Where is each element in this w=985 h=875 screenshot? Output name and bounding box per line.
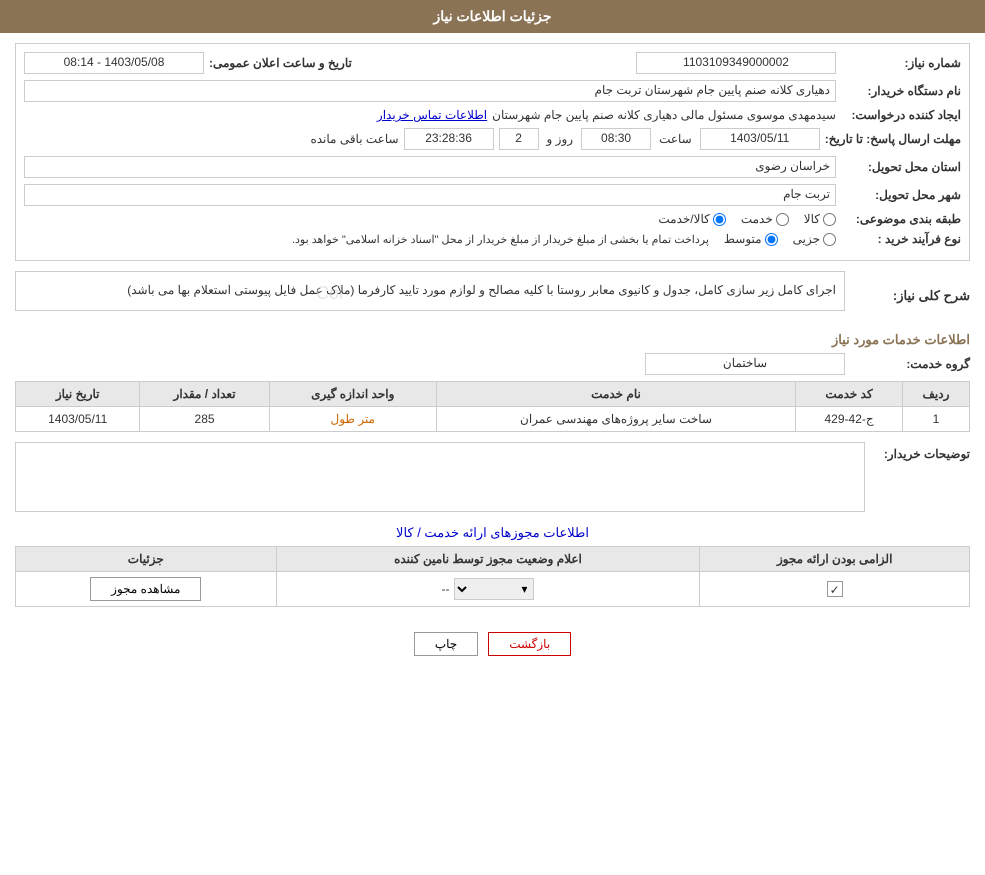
cell-name: ساخت سایر پروژه‌های مهندسی عمران	[436, 406, 796, 431]
buyer-org-row: نام دستگاه خریدار: دهیاری کلانه صنم پایی…	[24, 80, 961, 102]
city-label: شهر محل تحویل:	[841, 188, 961, 202]
cell-date: 1403/05/11	[16, 406, 140, 431]
buyer-notes-section: توضیحات خریدار:	[15, 442, 970, 515]
print-button[interactable]: چاپ	[414, 632, 478, 656]
cell-qty: 285	[140, 406, 269, 431]
services-title: اطلاعات خدمات مورد نیاز	[15, 327, 970, 353]
col-header-code: کد خدمت	[796, 381, 903, 406]
main-content: شماره نیاز: 1103109349000002 تاریخ و ساع…	[0, 33, 985, 681]
services-table-section: ردیف کد خدمت نام خدمت واحد اندازه گیری ت…	[15, 381, 970, 432]
need-number-value: 1103109349000002	[636, 52, 836, 74]
province-value: خراسان رضوی	[24, 156, 836, 178]
col-header-date: تاریخ نیاز	[16, 381, 140, 406]
purchase-type-label: نوع فرآیند خرید :	[841, 232, 961, 246]
license-col-status: اعلام وضعیت مجوز توسط نامین کننده	[276, 546, 700, 571]
reply-date: 1403/05/11	[700, 128, 820, 150]
license-table-row: ✓ ▾ -- مشاهده مجوز	[16, 571, 970, 606]
bottom-buttons: بازگشت چاپ	[15, 617, 970, 671]
creator-label: ایجاد کننده درخواست:	[841, 108, 961, 122]
province-row: استان محل تحویل: خراسان رضوی	[24, 156, 961, 178]
category-khedmat-item[interactable]: خدمت	[741, 212, 789, 226]
cell-code: ج-42-429	[796, 406, 903, 431]
creator-link[interactable]: اطلاعات تماس خریدار	[377, 108, 487, 122]
license-col-required: الزامی بودن ارائه مجوز	[700, 546, 970, 571]
license-table-section: الزامی بودن ارائه مجوز اعلام وضعیت مجوز …	[15, 546, 970, 607]
reply-deadline-row: مهلت ارسال پاسخ: تا تاریخ: 1403/05/11 سا…	[24, 128, 961, 150]
license-status-value: --	[441, 582, 449, 596]
buyer-notes-label: توضیحات خریدار:	[870, 442, 970, 461]
page-header: جزئیات اطلاعات نیاز	[0, 0, 985, 33]
category-kala-label: کالا	[804, 212, 820, 226]
license-required-cell: ✓	[700, 571, 970, 606]
purchase-jozvi-item[interactable]: جزیی	[793, 232, 836, 246]
reply-deadline-label: مهلت ارسال پاسخ: تا تاریخ:	[825, 132, 961, 146]
buyer-notes-container	[15, 442, 865, 515]
purchase-note: پرداخت تمام یا بخشی از مبلغ خریدار از مب…	[292, 233, 709, 246]
category-kala-khedmat-label: کالا/خدمت	[658, 212, 709, 226]
license-status-select[interactable]: ▾	[454, 578, 534, 600]
license-checkbox: ✓	[827, 581, 843, 597]
date-value: 1403/05/08 - 08:14	[24, 52, 204, 74]
need-number-label: شماره نیاز:	[841, 56, 961, 70]
city-row: شهر محل تحویل: تربت جام	[24, 184, 961, 206]
license-status-cell: ▾ --	[276, 571, 700, 606]
col-watermark: Col	[316, 277, 343, 309]
top-info-section: شماره نیاز: 1103109349000002 تاریخ و ساع…	[15, 43, 970, 261]
reply-time: 08:30	[581, 128, 651, 150]
category-row: طبقه بندی موضوعی: کالا خدمت کالا/خدمت	[24, 212, 961, 226]
purchase-jozvi-radio[interactable]	[823, 233, 836, 246]
buyer-org-label: نام دستگاه خریدار:	[841, 84, 961, 98]
services-table: ردیف کد خدمت نام خدمت واحد اندازه گیری ت…	[15, 381, 970, 432]
creator-row: ایجاد کننده درخواست: سیدمهدی موسوی مسئول…	[24, 108, 961, 122]
purchase-type-row: نوع فرآیند خرید : جزیی متوسط پرداخت تمام…	[24, 232, 961, 246]
category-label: طبقه بندی موضوعی:	[841, 212, 961, 226]
page-title: جزئیات اطلاعات نیاز	[433, 8, 551, 24]
days-label: روز و	[547, 132, 574, 146]
buyer-notes-textarea[interactable]	[15, 442, 865, 512]
date-label: تاریخ و ساعت اعلان عمومی:	[209, 56, 352, 70]
license-table: الزامی بودن ارائه مجوز اعلام وضعیت مجوز …	[15, 546, 970, 607]
col-header-name: نام خدمت	[436, 381, 796, 406]
category-kala-radio[interactable]	[823, 213, 836, 226]
category-khedmat-radio[interactable]	[776, 213, 789, 226]
reply-remaining: 23:28:36	[404, 128, 494, 150]
purchase-motavasset-label: متوسط	[724, 232, 762, 246]
back-button[interactable]: بازگشت	[488, 632, 571, 656]
col-header-unit: واحد اندازه گیری	[269, 381, 436, 406]
remaining-label: ساعت باقی مانده	[310, 132, 398, 146]
page-wrapper: جزئیات اطلاعات نیاز شماره نیاز: 11031093…	[0, 0, 985, 875]
purchase-motavasset-item[interactable]: متوسط	[724, 232, 778, 246]
general-desc-label: شرح کلی نیاز:	[850, 288, 970, 304]
category-kala-khedmat-radio[interactable]	[713, 213, 726, 226]
service-group-label: گروه خدمت:	[850, 357, 970, 371]
general-desc-value: اجرای کامل زیر سازی کامل، جدول و کانیوی …	[127, 283, 836, 297]
license-col-details: جزئیات	[16, 546, 277, 571]
general-desc-section: شرح کلی نیاز: اجرای کامل زیر سازی کامل، …	[15, 271, 970, 321]
buyer-org-value: دهیاری کلانه صنم پایین جام شهرستان تربت …	[24, 80, 836, 102]
col-header-row: ردیف	[902, 381, 969, 406]
reply-days: 2	[499, 128, 539, 150]
view-license-button[interactable]: مشاهده مجوز	[90, 577, 201, 601]
purchase-type-radio-group: جزیی متوسط پرداخت تمام یا بخشی از مبلغ خ…	[292, 232, 836, 246]
time-label: ساعت	[659, 132, 692, 146]
table-row: 1 ج-42-429 ساخت سایر پروژه‌های مهندسی عم…	[16, 406, 970, 431]
category-kala-khedmat-item[interactable]: کالا/خدمت	[658, 212, 725, 226]
col-header-qty: تعداد / مقدار	[140, 381, 269, 406]
cell-unit: متر طول	[269, 406, 436, 431]
creator-name: سیدمهدی موسوی مسئول مالی دهیاری کلانه صن…	[492, 108, 836, 122]
service-group-row: گروه خدمت: ساختمان	[15, 353, 970, 375]
cell-row: 1	[902, 406, 969, 431]
category-radio-group: کالا خدمت کالا/خدمت	[658, 212, 836, 226]
purchase-jozvi-label: جزیی	[793, 232, 820, 246]
license-title: اطلاعات مجوزهای ارائه خدمت / کالا	[15, 525, 970, 541]
general-desc-box: اجرای کامل زیر سازی کامل، جدول و کانیوی …	[15, 271, 845, 311]
category-kala-item[interactable]: کالا	[804, 212, 836, 226]
province-label: استان محل تحویل:	[841, 160, 961, 174]
need-number-row: شماره نیاز: 1103109349000002 تاریخ و ساع…	[24, 52, 961, 74]
city-value: تربت جام	[24, 184, 836, 206]
service-group-value: ساختمان	[645, 353, 845, 375]
purchase-motavasset-radio[interactable]	[765, 233, 778, 246]
license-details-cell: مشاهده مجوز	[16, 571, 277, 606]
category-khedmat-label: خدمت	[741, 212, 773, 226]
